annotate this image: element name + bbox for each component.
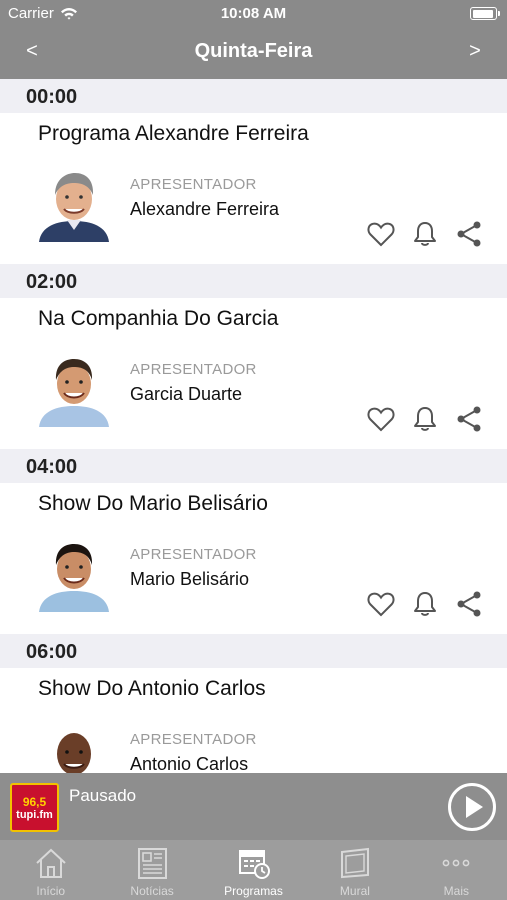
tab-label: Notícias: [130, 884, 174, 898]
program-title: Show Do Mario Belisário: [38, 492, 268, 515]
tab-mais[interactable]: Mais: [406, 840, 507, 900]
host-photo: [37, 168, 111, 242]
host-role-label: APRESENTADOR: [130, 361, 257, 378]
host-role-label: APRESENTADOR: [130, 731, 257, 748]
station-logo-number: 96,5: [22, 795, 47, 809]
tab-noticias[interactable]: Notícias: [101, 840, 202, 900]
tab-label: Mural: [339, 884, 370, 898]
tab-mural[interactable]: Mural: [304, 840, 405, 900]
bell-icon[interactable]: [410, 219, 440, 249]
bell-icon[interactable]: [410, 404, 440, 434]
battery-icon: [470, 7, 500, 20]
host-name: Garcia Duarte: [130, 384, 243, 404]
program-card[interactable]: Show Do Antonio Carlos APRESENTADOR Anto…: [0, 668, 507, 773]
program-actions: [366, 219, 484, 249]
station-logo-name: tupi.fm: [16, 809, 53, 821]
tab-programas[interactable]: Programas: [203, 840, 304, 900]
host-role-label: APRESENTADOR: [130, 176, 257, 193]
share-icon[interactable]: [454, 219, 484, 249]
schedule-list[interactable]: 00:00 Programa Alexandre Ferreira APRESE…: [0, 79, 507, 773]
player-status: Pausado: [69, 786, 137, 805]
time-slot-header: 04:00: [0, 449, 507, 483]
program-card[interactable]: Show Do Mario Belisário APRESENTADOR Mar…: [0, 483, 507, 634]
program-title: Show Do Antonio Carlos: [38, 677, 266, 700]
program-title: Programa Alexandre Ferreira: [38, 122, 309, 145]
home-icon: [36, 848, 66, 878]
host-photo: [37, 353, 111, 427]
time-slot-header: 06:00: [0, 634, 507, 668]
page-title: Quinta-Feira: [194, 40, 313, 62]
program-title: Na Companhia Do Garcia: [38, 307, 279, 330]
bell-icon[interactable]: [410, 589, 440, 619]
status-bar: Carrier 10:08 AM: [0, 0, 507, 28]
tab-label: Início: [36, 884, 66, 898]
newspaper-icon: [138, 848, 168, 879]
calendar-clock-icon: [238, 850, 270, 879]
host-photo: [37, 538, 111, 612]
tab-label: Programas: [224, 884, 283, 898]
status-time: 10:08 AM: [220, 5, 287, 22]
heart-icon[interactable]: [366, 219, 396, 249]
heart-icon[interactable]: [366, 404, 396, 434]
tab-inicio[interactable]: Início: [0, 840, 101, 900]
host-role-label: APRESENTADOR: [130, 546, 257, 563]
program-actions: [366, 589, 484, 619]
board-icon: [340, 847, 369, 879]
next-day-button[interactable]: >: [460, 40, 490, 63]
program-actions: [366, 404, 484, 434]
tab-label: Mais: [443, 884, 469, 898]
host-name: Antonio Carlos: [130, 754, 249, 773]
program-card[interactable]: Na Companhia Do Garcia APRESENTADOR Garc…: [0, 298, 507, 449]
host-photo: [37, 723, 111, 773]
share-icon[interactable]: [454, 404, 484, 434]
tab-bar: Início Notícias Programas Mural Mais: [0, 840, 507, 900]
play-button[interactable]: [447, 782, 497, 832]
host-name: Mario Belisário: [130, 569, 250, 589]
player-bar: 96,5 tupi.fm Pausado: [0, 773, 507, 840]
top-bar: Carrier 10:08 AM < Quinta-Feira >: [0, 0, 507, 79]
station-logo: 96,5 tupi.fm: [10, 783, 59, 832]
more-icon: [442, 859, 470, 867]
heart-icon[interactable]: [366, 589, 396, 619]
program-card[interactable]: Programa Alexandre Ferreira APRESENTADOR…: [0, 113, 507, 264]
time-slot-header: 00:00: [0, 79, 507, 113]
time-slot-header: 02:00: [0, 264, 507, 298]
host-name: Alexandre Ferreira: [130, 199, 280, 219]
share-icon[interactable]: [454, 589, 484, 619]
